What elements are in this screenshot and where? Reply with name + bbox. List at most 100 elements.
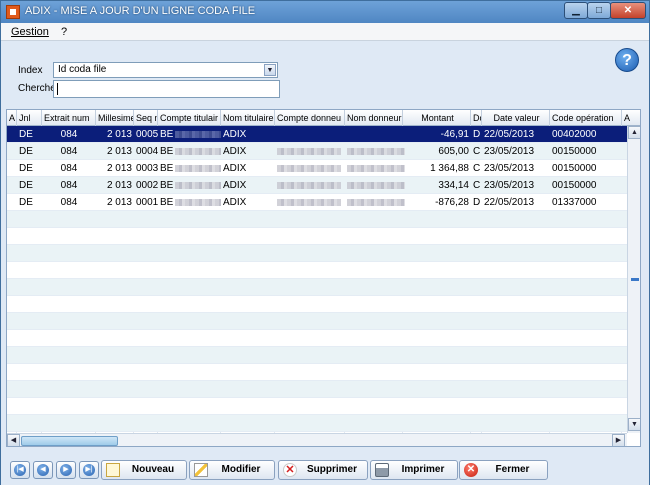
col-header-dc[interactable]: Dc (471, 110, 482, 126)
table-row[interactable]: DE 084 2 013 0004 BE ADIX 605,00 C 23/05/2013 001… (7, 143, 627, 160)
delete-button[interactable]: ✕ Supprimer (278, 460, 368, 480)
col-header-jnl[interactable]: Jnl (17, 110, 42, 126)
menu-gestion[interactable]: Gestion (11, 26, 49, 38)
cell-nom-titulaire: ADIX (223, 146, 247, 157)
table-row[interactable] (7, 398, 627, 415)
last-record-button[interactable]: ▶| (79, 461, 99, 479)
table-row[interactable] (7, 296, 627, 313)
grid-rows: DE 084 2 013 0005 BE ADIX -46,91 D 22/05/2013 004… (7, 126, 627, 433)
cell-jnl: DE (19, 129, 33, 140)
col-header-compte-donneur[interactable]: Compte donneu (275, 110, 345, 126)
col-header-millesime[interactable]: Millesime (96, 110, 134, 126)
table-row[interactable] (7, 381, 627, 398)
vertical-scroll-thumb[interactable] (631, 278, 639, 281)
col-header-a[interactable]: A (7, 110, 17, 126)
minimize-button[interactable]: ▁ (564, 2, 588, 19)
cell-date-valeur: 23/05/2013 (484, 163, 535, 174)
print-button[interactable]: Imprimer (370, 460, 458, 480)
table-row[interactable] (7, 330, 627, 347)
scroll-up-button[interactable]: ▲ (628, 126, 640, 139)
cell-dc: C (473, 180, 481, 191)
horizontal-scroll-thumb[interactable] (21, 436, 118, 446)
close-button[interactable]: ✕ Fermer (459, 460, 548, 480)
previous-record-button[interactable]: ◀ (33, 461, 53, 479)
cell-code-operation: 00150000 (552, 163, 597, 174)
table-row[interactable] (7, 211, 627, 228)
grid-header: A Jnl Extrait num Millesime Seq n Compte… (7, 110, 640, 126)
col-header-nom-titulaire[interactable]: Nom titulaire (221, 110, 275, 126)
cell-extrait: 084 (60, 146, 78, 157)
menu-bar: Gestion ? (1, 23, 649, 41)
col-header-date-valeur[interactable]: Date valeur (482, 110, 550, 126)
scroll-right-button[interactable]: ▶ (612, 434, 625, 446)
table-row[interactable]: DE 084 2 013 0005 BE ADIX -46,91 D 22/05/2013 004… (7, 126, 627, 143)
cell-seq: 0002 (136, 180, 158, 191)
first-icon: |◀ (14, 464, 26, 476)
col-header-nom-donneur[interactable]: Nom donneur (345, 110, 403, 126)
index-select[interactable]: Id coda file ▼ (53, 62, 278, 78)
horizontal-scrollbar[interactable]: ◀ ▶ (7, 433, 627, 446)
col-header-seq[interactable]: Seq n (134, 110, 158, 126)
col-header-extrait[interactable]: Extrait num (42, 110, 96, 126)
maximize-button[interactable]: □ (587, 2, 611, 19)
data-grid: A Jnl Extrait num Millesime Seq n Compte… (6, 109, 641, 447)
chevron-down-icon[interactable]: ▼ (264, 64, 276, 76)
table-row[interactable] (7, 245, 627, 262)
cell-jnl: DE (19, 197, 33, 208)
menu-help[interactable]: ? (61, 26, 67, 38)
close-window-button[interactable]: ✕ (610, 2, 646, 19)
text-caret (57, 83, 58, 95)
table-row[interactable] (7, 415, 627, 432)
redacted-text (347, 199, 405, 206)
table-row[interactable] (7, 262, 627, 279)
edit-button[interactable]: Modifier (189, 460, 275, 480)
close-button-label: Fermer (495, 464, 530, 475)
app-window: ADIX - MISE A JOUR D'UN LIGNE CODA FILE … (0, 0, 650, 485)
cell-montant: 1 364,88 (430, 163, 469, 174)
table-row[interactable]: DE 084 2 013 0002 BE ADIX 334,14 C 23/05/2013 001… (7, 177, 627, 194)
redacted-text (347, 148, 405, 155)
cell-nom-titulaire: ADIX (223, 163, 247, 174)
redacted-text (175, 199, 221, 206)
cell-jnl: DE (19, 180, 33, 191)
table-row[interactable] (7, 347, 627, 364)
redacted-text (277, 165, 341, 172)
col-header-montant[interactable]: Montant (403, 110, 471, 126)
scroll-left-button[interactable]: ◀ (7, 434, 20, 446)
vertical-scrollbar[interactable]: ▲ ▼ (627, 126, 640, 433)
cell-code-operation: 00402000 (552, 129, 597, 140)
title-bar[interactable]: ADIX - MISE A JOUR D'UN LIGNE CODA FILE … (1, 1, 649, 23)
table-row[interactable]: DE 084 2 013 0001 BE ADIX -876,28 D 22/05/2013 01… (7, 194, 627, 211)
redacted-text (277, 199, 341, 206)
first-record-button[interactable]: |◀ (10, 461, 30, 479)
table-row[interactable] (7, 228, 627, 245)
search-input[interactable] (53, 80, 280, 98)
col-header-compte-titulaire[interactable]: Compte titulair (158, 110, 221, 126)
cell-montant: 605,00 (438, 146, 469, 157)
cell-seq: 0003 (136, 163, 158, 174)
search-label: Cherche (18, 83, 56, 94)
cell-code-operation: 01337000 (552, 197, 597, 208)
redacted-text (277, 182, 341, 189)
table-row[interactable] (7, 279, 627, 296)
new-button[interactable]: Nouveau (101, 460, 187, 480)
cell-date-valeur: 22/05/2013 (484, 129, 535, 140)
col-header-code-operation[interactable]: Code opération (550, 110, 622, 126)
help-icon[interactable]: ? (615, 48, 639, 72)
cell-dc: D (473, 129, 481, 140)
cell-dc: D (473, 197, 481, 208)
table-row[interactable]: DE 084 2 013 0003 BE ADIX 1 364,88 C 23/05/2013 0… (7, 160, 627, 177)
redacted-text (277, 148, 341, 155)
window-title: ADIX - MISE A JOUR D'UN LIGNE CODA FILE (25, 5, 256, 17)
next-record-button[interactable]: ▶ (56, 461, 76, 479)
cell-millesime: 2 013 (106, 146, 132, 157)
cell-code-operation: 00150000 (552, 146, 597, 157)
scroll-down-button[interactable]: ▼ (628, 418, 640, 431)
cell-date-valeur: 23/05/2013 (484, 180, 535, 191)
col-header-extra[interactable]: A (622, 110, 640, 126)
cell-nom-titulaire: ADIX (223, 197, 247, 208)
cell-seq: 0005 (136, 129, 158, 140)
table-row[interactable] (7, 313, 627, 330)
cell-extrait: 084 (60, 163, 78, 174)
table-row[interactable] (7, 364, 627, 381)
